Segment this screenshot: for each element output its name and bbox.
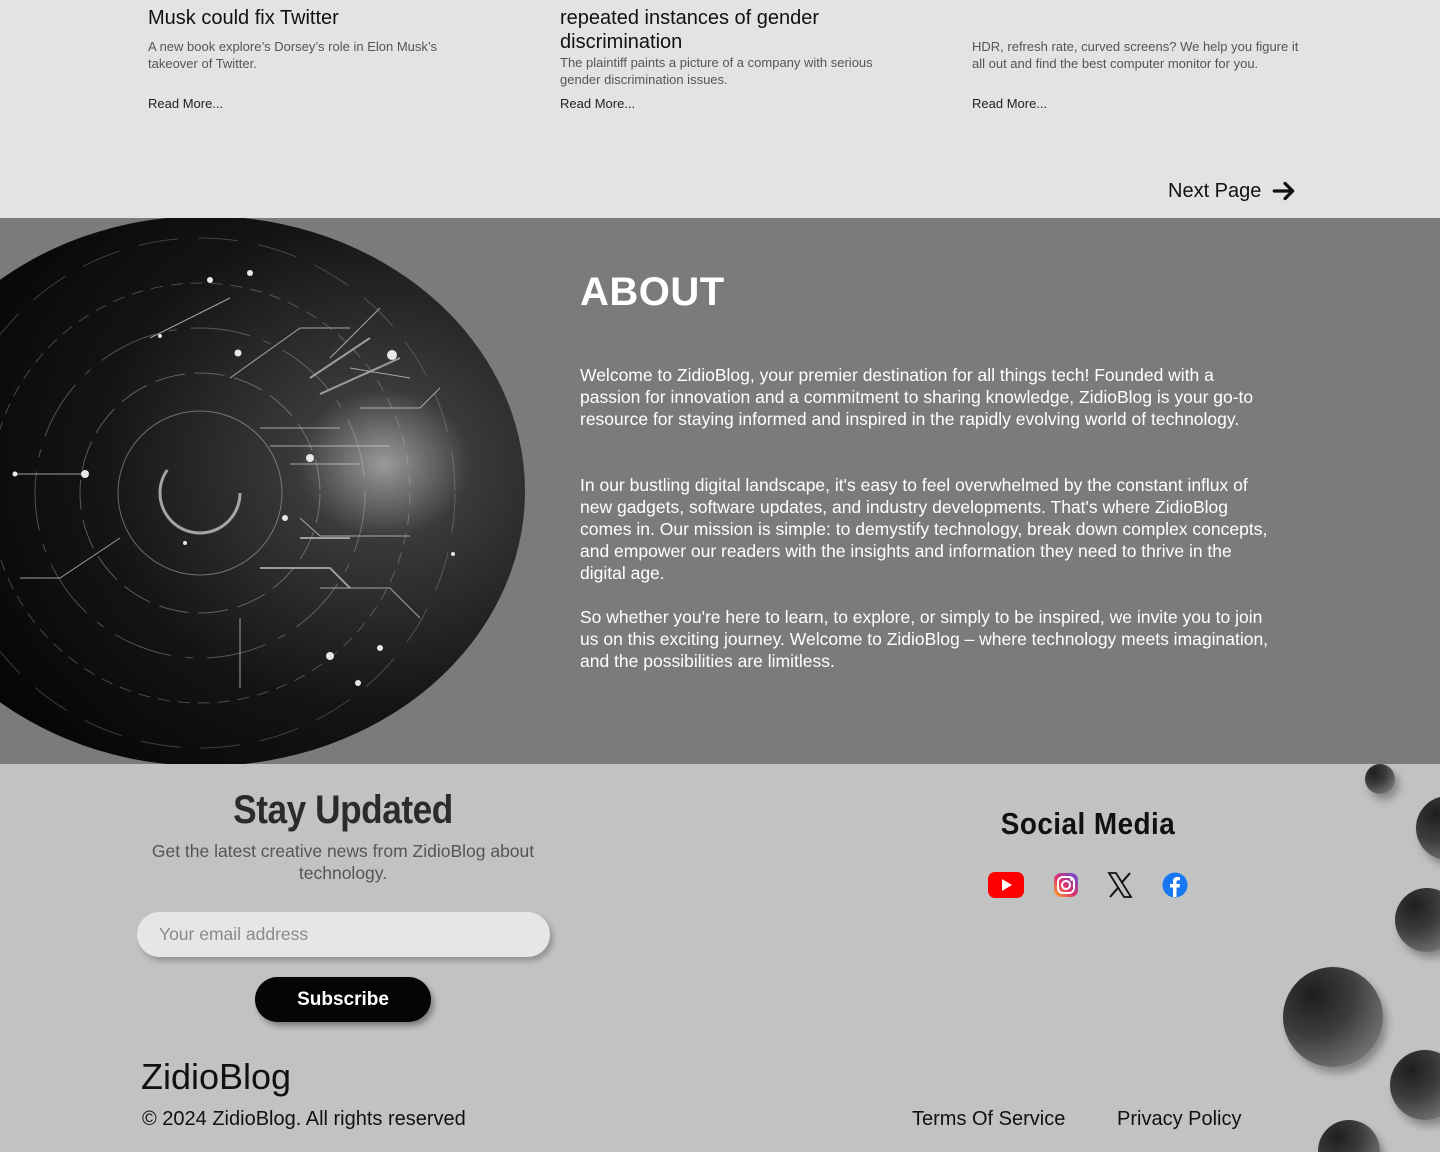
about-paragraph: So whether you're here to learn, to expl…: [580, 607, 1269, 671]
article-title[interactable]: Musk could fix Twitter: [148, 6, 488, 30]
copyright-text: © 2024 ZidioBlog. All rights reserved: [142, 1108, 466, 1130]
article-title-line: discrimination: [560, 31, 683, 53]
footer: Stay Updated Get the latest creative new…: [0, 764, 1440, 1152]
decorative-sphere: [1318, 1120, 1380, 1152]
decorative-sphere: [1283, 967, 1383, 1067]
article-title[interactable]: repeated instances of gender discriminat…: [560, 6, 900, 54]
youtube-icon[interactable]: [988, 868, 1024, 902]
about-section: ABOUT Welcome to ZidioBlog, your premier…: [0, 218, 1440, 764]
read-more-link[interactable]: Read More...: [148, 96, 223, 111]
subscribe-button[interactable]: Subscribe: [255, 977, 431, 1022]
arrow-right-icon: [1273, 181, 1295, 201]
next-page-link[interactable]: Next Page: [1168, 178, 1297, 204]
article-description: A new book explore’s Dorsey’s role in El…: [148, 39, 438, 71]
circuit-eye-illustration: [0, 218, 525, 764]
article-list: Musk could fix Twitter A new book explor…: [0, 0, 1440, 218]
facebook-icon[interactable]: [1162, 868, 1188, 902]
read-more-link[interactable]: Read More...: [972, 96, 1047, 111]
article-description: HDR, refresh rate, curved screens? We he…: [972, 39, 1299, 71]
newsletter-subtitle: Get the latest creative news from ZidioB…: [151, 841, 535, 883]
article-title-line: repeated instances of gender: [560, 7, 820, 29]
decorative-sphere: [1365, 764, 1395, 794]
privacy-policy-link[interactable]: Privacy Policy: [1117, 1108, 1241, 1131]
about-paragraph: In our bustling digital landscape, it's …: [580, 475, 1268, 583]
footer-brand: ZidioBlog: [141, 1056, 292, 1097]
newsletter-title: Stay Updated: [233, 788, 453, 832]
article-description: The plaintiff paints a picture of a comp…: [560, 55, 873, 87]
email-input[interactable]: [137, 912, 550, 957]
about-title: ABOUT: [580, 270, 725, 314]
instagram-icon[interactable]: [1052, 868, 1080, 902]
decorative-sphere: [1416, 796, 1440, 860]
decorative-sphere: [1395, 888, 1440, 952]
terms-of-service-link[interactable]: Terms Of Service: [912, 1108, 1065, 1131]
x-icon[interactable]: [1106, 868, 1134, 902]
social-links: [988, 868, 1188, 902]
about-paragraph: Welcome to ZidioBlog, your premier desti…: [580, 365, 1254, 429]
decorative-sphere: [1390, 1050, 1440, 1120]
next-page-label: Next Page: [1168, 179, 1262, 202]
social-media-title: Social Media: [1000, 806, 1176, 841]
read-more-link[interactable]: Read More...: [560, 96, 635, 111]
